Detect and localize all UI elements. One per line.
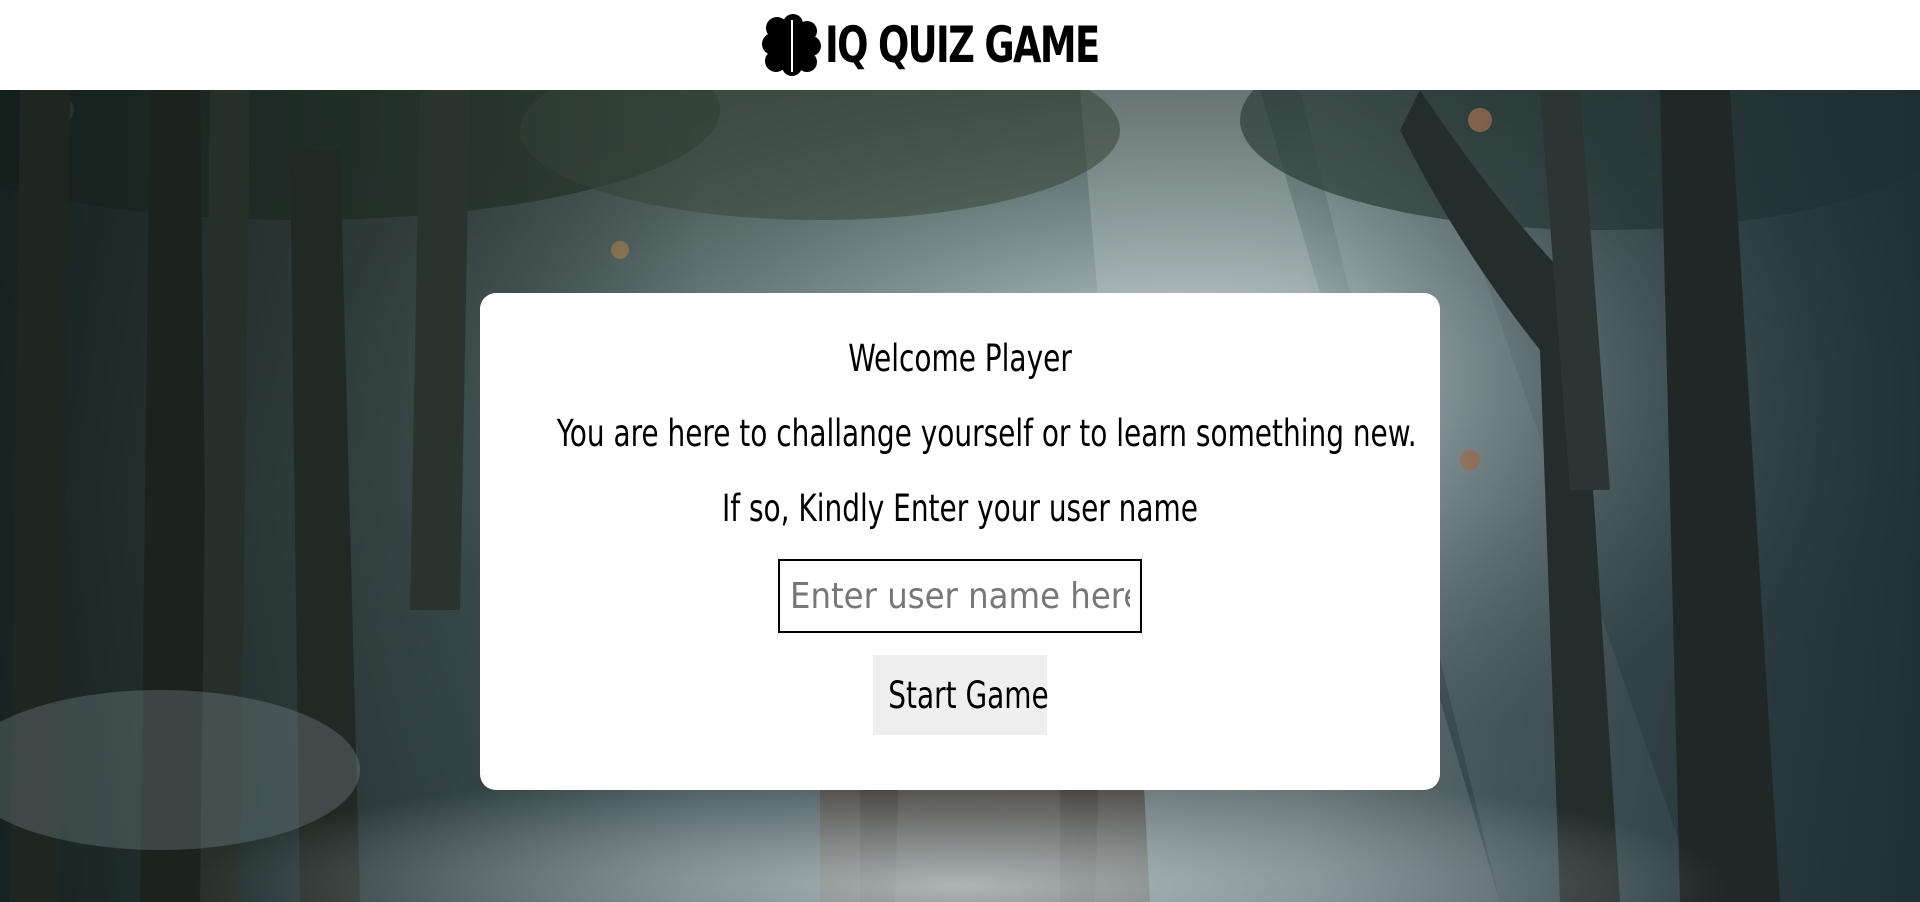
- intro-text: You are here to challange yourself or to…: [556, 412, 1417, 455]
- brain-icon: [762, 14, 822, 76]
- start-game-label: Start Game: [888, 673, 1049, 717]
- welcome-card: Welcome Player You are here to challange…: [480, 293, 1440, 790]
- site-header: IQ QUIZ GAME: [0, 0, 1920, 90]
- welcome-heading: Welcome Player: [848, 337, 1072, 380]
- username-prompt: If so, Kindly Enter your user name: [722, 487, 1198, 530]
- start-game-button[interactable]: Start Game: [873, 655, 1049, 735]
- site-title: IQ QUIZ GAME: [825, 16, 1100, 74]
- logo[interactable]: IQ QUIZ GAME: [761, 14, 1159, 76]
- username-input[interactable]: [778, 559, 1142, 633]
